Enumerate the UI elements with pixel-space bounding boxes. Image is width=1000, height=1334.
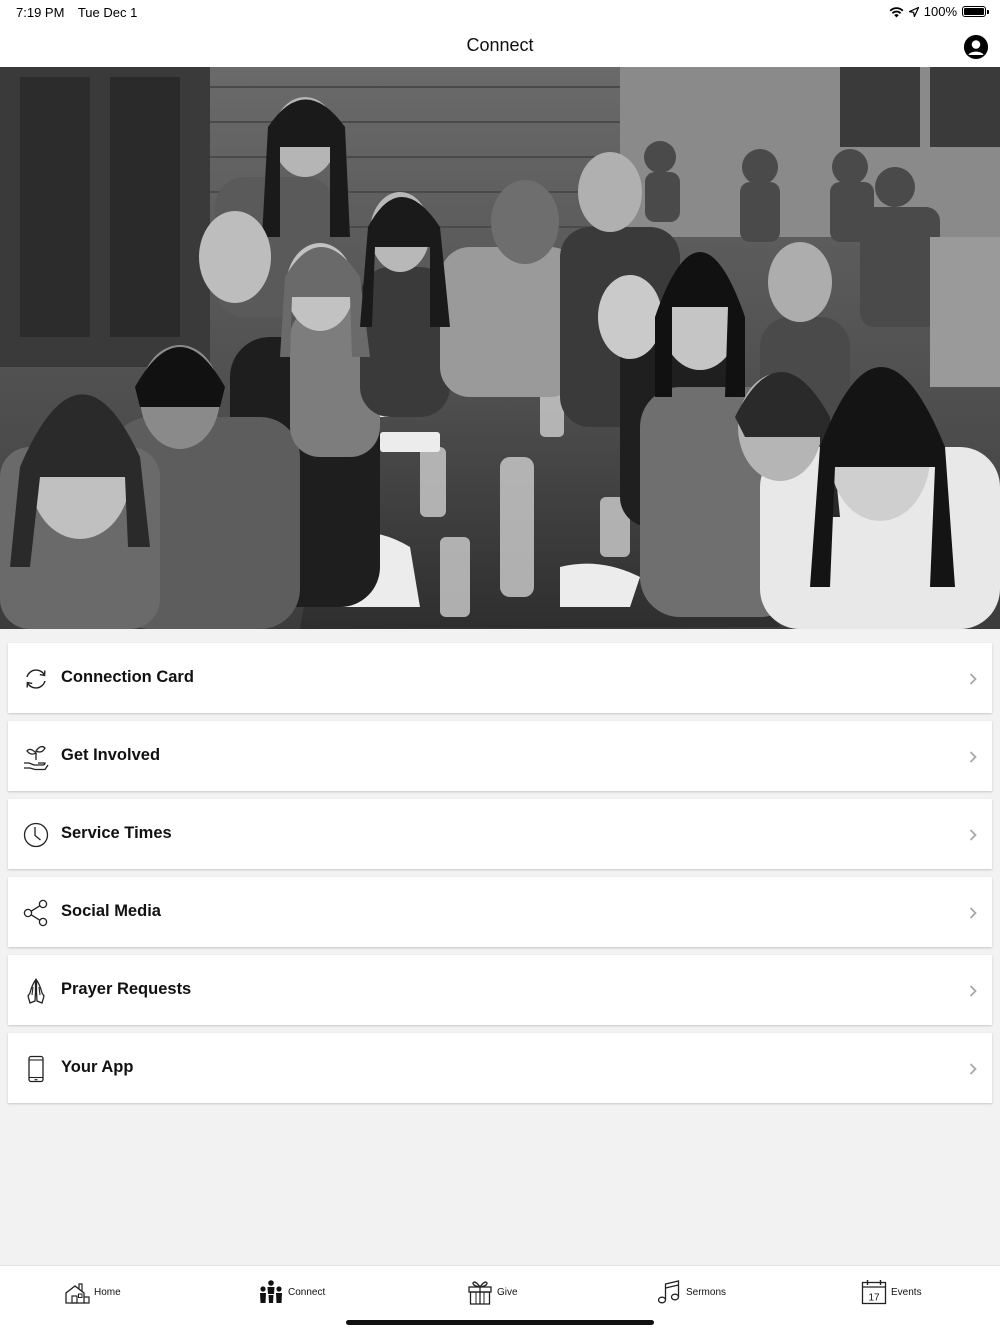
menu-item-label: Social Media [61, 902, 161, 920]
status-bar: 7:19 PM Tue Dec 1 100% [0, 0, 1000, 24]
tab-events[interactable]: 17 Events [861, 1278, 922, 1306]
sync-arrows-icon [26, 669, 46, 689]
menu-item-your-app[interactable]: Your App [8, 1033, 992, 1103]
battery-icon [962, 6, 989, 17]
menu-item-prayer-requests[interactable]: Prayer Requests [8, 955, 992, 1025]
home-indicator[interactable] [346, 1320, 654, 1325]
tab-label: Connect [288, 1286, 326, 1298]
music-note-icon [657, 1280, 680, 1304]
calendar-day-number: 17 [868, 1293, 880, 1304]
menu-item-label: Prayer Requests [61, 980, 192, 998]
calendar-icon: 17 [861, 1280, 887, 1305]
location-arrow-icon [908, 6, 919, 17]
tab-label: Events [891, 1286, 922, 1298]
page-title: Connect [466, 35, 534, 55]
profile-button[interactable] [964, 35, 988, 59]
battery-fill [964, 8, 984, 15]
menu-item-label: Your App [61, 1058, 134, 1076]
menu-item-label: Service Times [61, 824, 172, 842]
connect-menu: Connection Card Get Involved Service Tim… [8, 643, 992, 1111]
menu-item-label: Connection Card [61, 668, 194, 686]
chevron-right-icon [969, 1063, 977, 1075]
battery-percent: 100% [923, 4, 957, 19]
tab-label: Give [497, 1286, 518, 1298]
tab-connect[interactable]: Connect [258, 1278, 325, 1306]
menu-item-label: Get Involved [61, 746, 161, 764]
chevron-right-icon [969, 673, 977, 685]
clock-icon [23, 822, 49, 848]
chevron-right-icon [969, 907, 977, 919]
navigation-bar: Connect [0, 24, 1000, 67]
share-icon [23, 899, 48, 927]
user-circle-icon [964, 35, 988, 59]
tab-home[interactable]: Home [64, 1278, 121, 1306]
wifi-icon [889, 6, 904, 17]
house-icon [65, 1283, 90, 1304]
menu-item-connection-card[interactable]: Connection Card [8, 643, 992, 713]
tab-label: Sermons [686, 1286, 727, 1298]
status-date: Tue Dec 1 [77, 5, 138, 20]
phone-icon [28, 1055, 44, 1083]
chevron-right-icon [969, 751, 977, 763]
menu-item-service-times[interactable]: Service Times [8, 799, 992, 869]
chevron-right-icon [969, 985, 977, 997]
hero-image [0, 67, 1000, 629]
chevron-right-icon [969, 829, 977, 841]
tab-sermons[interactable]: Sermons [656, 1278, 726, 1306]
hand-plant-icon [24, 745, 49, 771]
menu-item-get-involved[interactable]: Get Involved [8, 721, 992, 791]
tab-give[interactable]: Give [467, 1278, 518, 1306]
menu-item-social-media[interactable]: Social Media [8, 877, 992, 947]
praying-hands-icon [27, 977, 45, 1004]
status-time: 7:19 PM [16, 5, 65, 20]
tab-label: Home [94, 1286, 121, 1298]
gift-icon [468, 1281, 492, 1305]
people-icon [260, 1280, 282, 1303]
